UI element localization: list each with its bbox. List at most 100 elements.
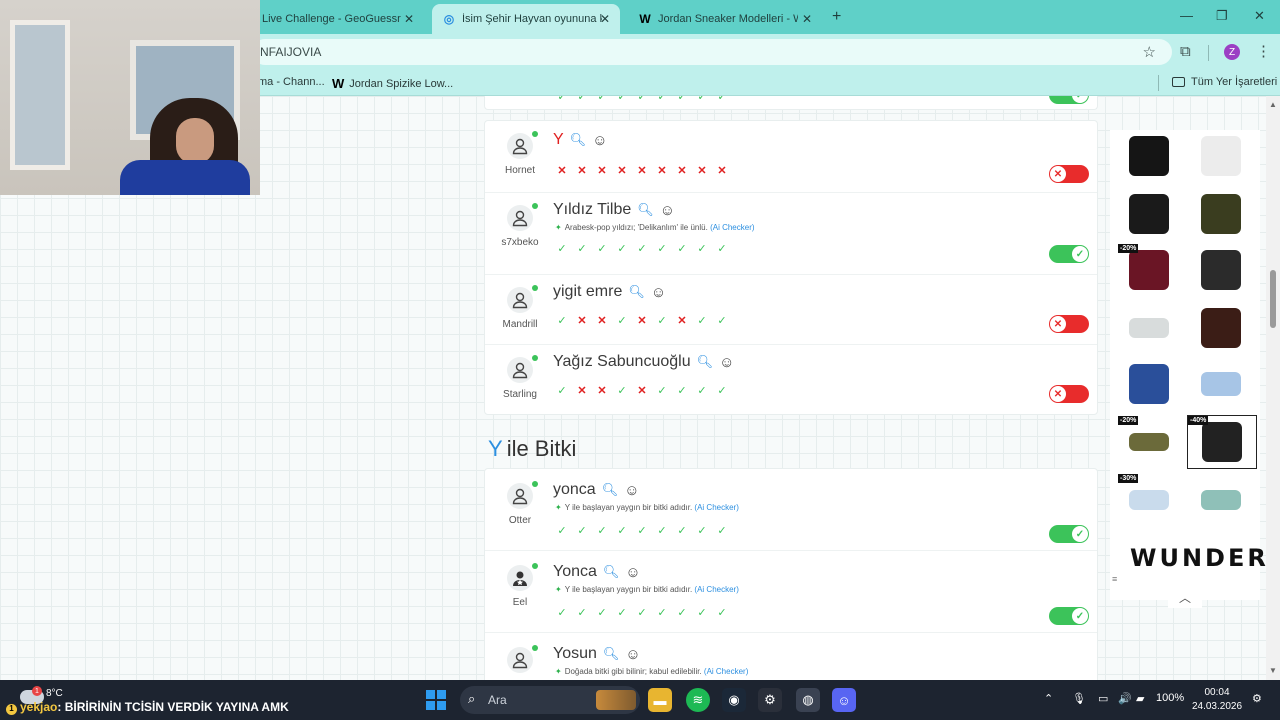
check-icon: ✓ [1072,96,1088,103]
ai-note-text: Arabesk-pop yıldızı; 'Delikanlım' ile ün… [564,223,708,232]
accept-toggle[interactable]: ✓ [1049,525,1089,543]
extensions-icon[interactable]: ⧉ [1180,43,1191,60]
check-icon: ✓ [657,314,667,327]
emoji-reaction-icon[interactable]: ☺ [660,202,675,219]
accept-toggle[interactable]: ✕ [1049,165,1089,183]
maximize-icon[interactable]: ❐ [1216,8,1228,24]
product-tshirt[interactable] [1190,130,1252,182]
check-icon: ✓ [577,242,587,255]
new-tab-icon[interactable]: + [832,8,841,26]
close-icon[interactable]: ✕ [802,12,812,26]
close-icon[interactable]: ✕ [600,12,610,26]
notifications-icon[interactable]: ⚙ [1252,692,1262,705]
divider [1208,45,1209,61]
accept-toggle[interactable]: ✓ [1049,245,1089,263]
chrome-icon[interactable]: ◍ [796,688,820,712]
tab-isim-sehir[interactable]: ◎ İsim Şehir Hayvan oyununa katı ✕ [432,4,620,34]
search-icon[interactable]: 🔍︎ [637,202,654,218]
search-icon: ⌕ [468,691,476,706]
volume-icon[interactable]: 🔊 [1118,692,1132,705]
product-hoodie-olive[interactable] [1190,188,1252,240]
product-hoodie-black[interactable] [1118,188,1180,240]
discord-icon[interactable]: ☺ [832,688,856,712]
app-icon[interactable]: ⚙ [758,688,782,712]
minimize-icon[interactable]: — [1180,8,1193,23]
ad-menu-icon[interactable]: ≡ [1112,574,1117,584]
emoji-reaction-icon[interactable]: ☺ [651,284,666,301]
product-sneaker-white[interactable] [1118,302,1180,354]
scrollbar-thumb[interactable] [1270,270,1276,328]
search-icon[interactable]: 🔍︎ [697,354,714,370]
webcam-overlay [0,0,260,195]
emoji-reaction-icon[interactable]: ☺ [624,482,639,499]
chevron-up-icon[interactable]: ︿ [1168,586,1202,608]
date: 24.03.2026 [1191,701,1243,712]
accept-toggle[interactable]: ✓ [1049,607,1089,625]
product-sneaker-blue[interactable] [1190,358,1252,410]
profile-avatar[interactable]: Z [1224,44,1240,60]
answer-row: Starling Yağız Sabuncuoğlu 🔍︎ ☺ ✓ ✕ ✕ ✓ ✕ ✓ ✓ ✓ ✓ ✕ [485,345,1097,415]
url-text[interactable]: NFAIJOVIA [260,45,321,59]
answer-text-wrap: Yonca 🔍︎ ☺ [553,563,641,581]
close-icon[interactable]: ✕ [404,12,414,26]
product-sneaker-white-blue[interactable]: -30% [1118,474,1180,526]
emoji-reaction-icon[interactable]: ☺ [592,132,607,149]
scroll-down-icon[interactable]: ▼ [1269,666,1277,675]
check-icon: ✓ [697,606,707,619]
brand-logo[interactable]: WUNDER [1130,544,1269,572]
emoji-reaction-icon[interactable]: ☺ [625,564,640,581]
battery-icon[interactable]: ▰ [1136,692,1144,705]
product-hoodie-print[interactable] [1190,244,1252,296]
menu-icon[interactable]: ⋮ [1256,42,1271,60]
check-icon: ✓ [677,96,687,103]
product-jacket-selected[interactable]: -40% [1187,415,1257,469]
bookmark-item[interactable]: ma - Chann... [258,76,325,88]
check-icon: ✓ [557,314,567,327]
microphone-icon[interactable]: 🎙 [1072,692,1086,705]
answer-row: Eel Yonca 🔍︎ ☺ ✦ Y ile başlayan yaygın bir bi… [485,551,1097,633]
accept-toggle[interactable]: ✕ [1049,385,1089,403]
chat-ticker: 1 yekjao: BİRİRİNİN TCİSİN VERDİK YAYINA … [6,700,289,715]
search-icon[interactable]: 🔍︎ [570,132,587,148]
search-icon[interactable]: 🔍︎ [603,646,620,662]
answer-text-wrap: Yosun 🔍︎ ☺ [553,645,641,663]
chevron-up-icon[interactable]: ⌃ [1044,692,1053,705]
check-icon: ✓ [617,606,627,619]
window-close-icon[interactable]: ✕ [1254,8,1265,24]
scrollbar[interactable]: ▲ ▼ [1266,96,1280,680]
windows-start-icon[interactable] [426,690,446,710]
check-icon: ✓ [717,242,727,255]
clock[interactable]: 00:04 24.03.2026 [1190,686,1244,714]
weather-temp: 8°C [46,688,63,699]
scroll-up-icon[interactable]: ▲ [1269,100,1277,109]
answers-panel-bitki: Otter yonca 🔍︎ ☺ ✦ Y ile başlayan yaygın bir … [484,468,1098,680]
network-icon[interactable]: ▭ [1098,692,1108,705]
check-icon: ✓ [697,314,707,327]
taskbar-search[interactable]: ⌕ Ara [460,686,640,714]
ad-banner[interactable]: -20% -20% -40% -30% [1110,130,1260,600]
cross-icon: ✕ [677,164,687,177]
omnibox[interactable]: NFAIJOVIA ☆ [252,39,1172,65]
file-explorer-icon[interactable]: ▬ [648,688,672,712]
bookmark-item[interactable]: W Jordan Spizike Low... [332,76,453,91]
bookmark-star-icon[interactable]: ☆ [1143,43,1156,61]
tab-geoguessr[interactable]: Live Challenge - GeoGuessr ✕ [252,4,424,34]
emoji-reaction-icon[interactable]: ☺ [625,646,640,663]
search-icon[interactable]: 🔍︎ [603,564,620,580]
steam-icon[interactable]: ◉ [722,688,746,712]
product-jacket[interactable] [1118,130,1180,182]
product-sneaker-teal[interactable] [1190,474,1252,526]
tab-jordan[interactable]: W Jordan Sneaker Modelleri - WU ✕ [628,4,822,34]
all-bookmarks[interactable]: Tüm Yer İşaretleri [1172,76,1277,88]
search-icon[interactable]: 🔍︎ [628,284,645,300]
accept-toggle[interactable]: ✕ [1049,315,1089,333]
product-sneaker-olive[interactable]: -20% [1118,416,1180,468]
product-hoodie-blue[interactable] [1118,358,1180,410]
spotify-icon[interactable]: ≋ [686,688,710,712]
product-jacket-maroon[interactable]: -20% [1118,244,1180,296]
accept-toggle[interactable]: ✓ [1049,96,1089,104]
emoji-reaction-icon[interactable]: ☺ [719,354,734,371]
tab-label: Live Challenge - GeoGuessr [262,13,401,25]
search-icon[interactable]: 🔍︎ [602,482,619,498]
product-hoodie-brown[interactable] [1190,302,1252,354]
